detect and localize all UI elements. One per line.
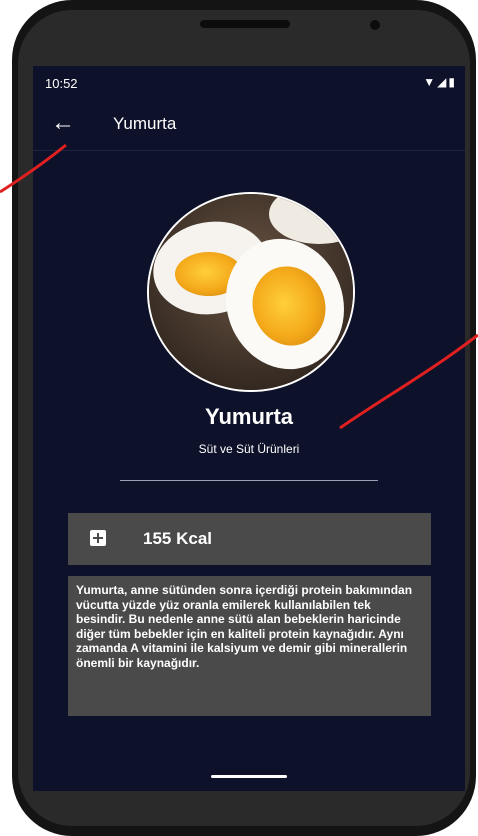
annotation-line-left (0, 143, 67, 194)
red-annotation-strokes (0, 143, 478, 430)
annotation-line-right (339, 333, 478, 430)
